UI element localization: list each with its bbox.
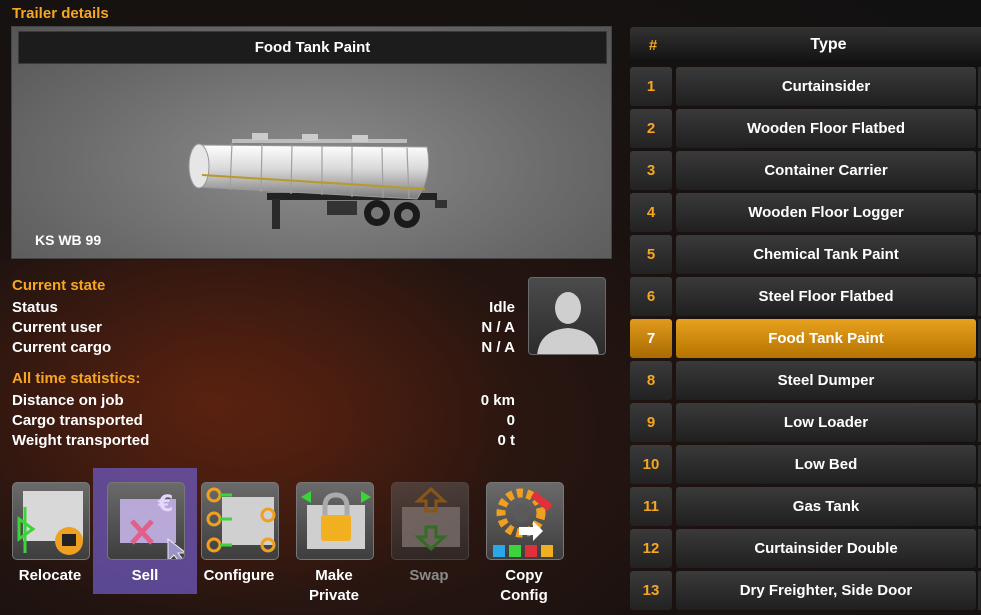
table-row[interactable]: 10 Low Bed [630, 445, 981, 484]
sell-icon: € [107, 482, 185, 560]
stat-row-status: Status Idle [12, 299, 515, 319]
stat-label: Cargo transported [12, 412, 143, 429]
stat-row-weight-transported: Weight transported 0 t [12, 432, 515, 452]
copy-config-icon [486, 482, 564, 560]
sell-button[interactable]: € Sell [93, 468, 197, 594]
configure-label: Configure [203, 567, 275, 584]
stat-label: Status [12, 299, 58, 316]
section-title-current-state: Current state [12, 277, 106, 294]
row-number: 8 [630, 361, 672, 400]
row-number: 11 [630, 487, 672, 526]
row-type: Curtainsider Double [676, 529, 976, 568]
table-row[interactable]: 3 Container Carrier [630, 151, 981, 190]
user-silhouette-icon [537, 292, 599, 354]
tanker-trailer-image [188, 133, 447, 229]
header-type[interactable]: Type [676, 27, 981, 63]
swap-button[interactable]: Swap [377, 468, 481, 594]
stat-value: N / A [481, 319, 515, 336]
stat-value: N / A [481, 339, 515, 356]
stat-value: Idle [489, 299, 515, 316]
section-title-statistics: All time statistics: [12, 370, 141, 387]
row-type: Chemical Tank Paint [676, 235, 976, 274]
configure-icon [201, 482, 279, 560]
stat-row-current-user: Current user N / A [12, 319, 515, 339]
trailer-preview-panel: Food Tank Paint KS WB 99 [11, 26, 612, 259]
table-row[interactable]: 12 Curtainsider Double [630, 529, 981, 568]
relocate-icon [12, 482, 90, 560]
row-type: Steel Dumper [676, 361, 976, 400]
relocate-label: Relocate [18, 567, 82, 584]
trailer-name: Food Tank Paint [254, 39, 371, 56]
row-type: Food Tank Paint [676, 319, 976, 358]
svg-text:€: € [157, 492, 173, 517]
row-number: 10 [630, 445, 672, 484]
row-number: 4 [630, 193, 672, 232]
license-plate: KS WB 99 [35, 232, 102, 248]
sell-label: Sell [131, 567, 159, 584]
stat-row-distance: Distance on job 0 km [12, 392, 515, 412]
table-row[interactable]: 8 Steel Dumper [630, 361, 981, 400]
row-type: Curtainsider [676, 67, 976, 106]
stat-value: 0 t [497, 432, 515, 449]
lock-icon [296, 482, 374, 560]
row-number: 6 [630, 277, 672, 316]
stat-value: 0 [506, 412, 515, 429]
stat-label: Weight transported [12, 432, 150, 449]
row-number: 7 [630, 319, 672, 358]
trailer-name-bar: Food Tank Paint [18, 31, 607, 64]
table-row[interactable]: 7 Food Tank Paint [630, 319, 981, 358]
row-type: Dry Freighter, Side Door [676, 571, 976, 610]
table-row[interactable]: 4 Wooden Floor Logger [630, 193, 981, 232]
row-type: Low Bed [676, 445, 976, 484]
stat-row-cargo-transported: Cargo transported 0 [12, 412, 515, 432]
stat-row-current-cargo: Current cargo N / A [12, 339, 515, 359]
avatar [528, 277, 606, 355]
stat-label: Current user [12, 319, 103, 336]
row-type: Container Carrier [676, 151, 976, 190]
table-row[interactable]: 6 Steel Floor Flatbed [630, 277, 981, 316]
row-number: 13 [630, 571, 672, 610]
header-number[interactable]: # [630, 27, 676, 63]
relocate-button[interactable]: Relocate [0, 468, 102, 594]
row-type: Steel Floor Flatbed [676, 277, 976, 316]
table-row[interactable]: 9 Low Loader [630, 403, 981, 442]
row-type: Wooden Floor Logger [676, 193, 976, 232]
table-row[interactable]: 5 Chemical Tank Paint [630, 235, 981, 274]
stat-label: Distance on job [12, 392, 124, 409]
row-type: Gas Tank [676, 487, 976, 526]
table-header: # Type [630, 27, 981, 63]
table-row[interactable]: 11 Gas Tank [630, 487, 981, 526]
configure-button[interactable]: Configure [187, 468, 291, 594]
swap-label: Swap [409, 567, 449, 584]
row-number: 3 [630, 151, 672, 190]
swap-icon [391, 482, 469, 560]
table-row[interactable]: 1 Curtainsider [630, 67, 981, 106]
stat-value: 0 km [480, 392, 515, 409]
make-private-button[interactable]: Make Private [282, 468, 386, 604]
row-number: 1 [630, 67, 672, 106]
copy-config-button[interactable]: Copy Config [472, 468, 576, 604]
table-row[interactable]: 13 Dry Freighter, Side Door [630, 571, 981, 610]
row-number: 12 [630, 529, 672, 568]
row-number: 9 [630, 403, 672, 442]
row-number: 2 [630, 109, 672, 148]
row-number: 5 [630, 235, 672, 274]
make-private-label: Make Private [308, 567, 360, 604]
stat-label: Current cargo [12, 339, 112, 356]
row-type: Low Loader [676, 403, 976, 442]
copy-config-label: Copy Config [500, 567, 548, 604]
table-row[interactable]: 2 Wooden Floor Flatbed [630, 109, 981, 148]
row-type: Wooden Floor Flatbed [676, 109, 976, 148]
section-title-trailer-details: Trailer details [12, 5, 109, 22]
